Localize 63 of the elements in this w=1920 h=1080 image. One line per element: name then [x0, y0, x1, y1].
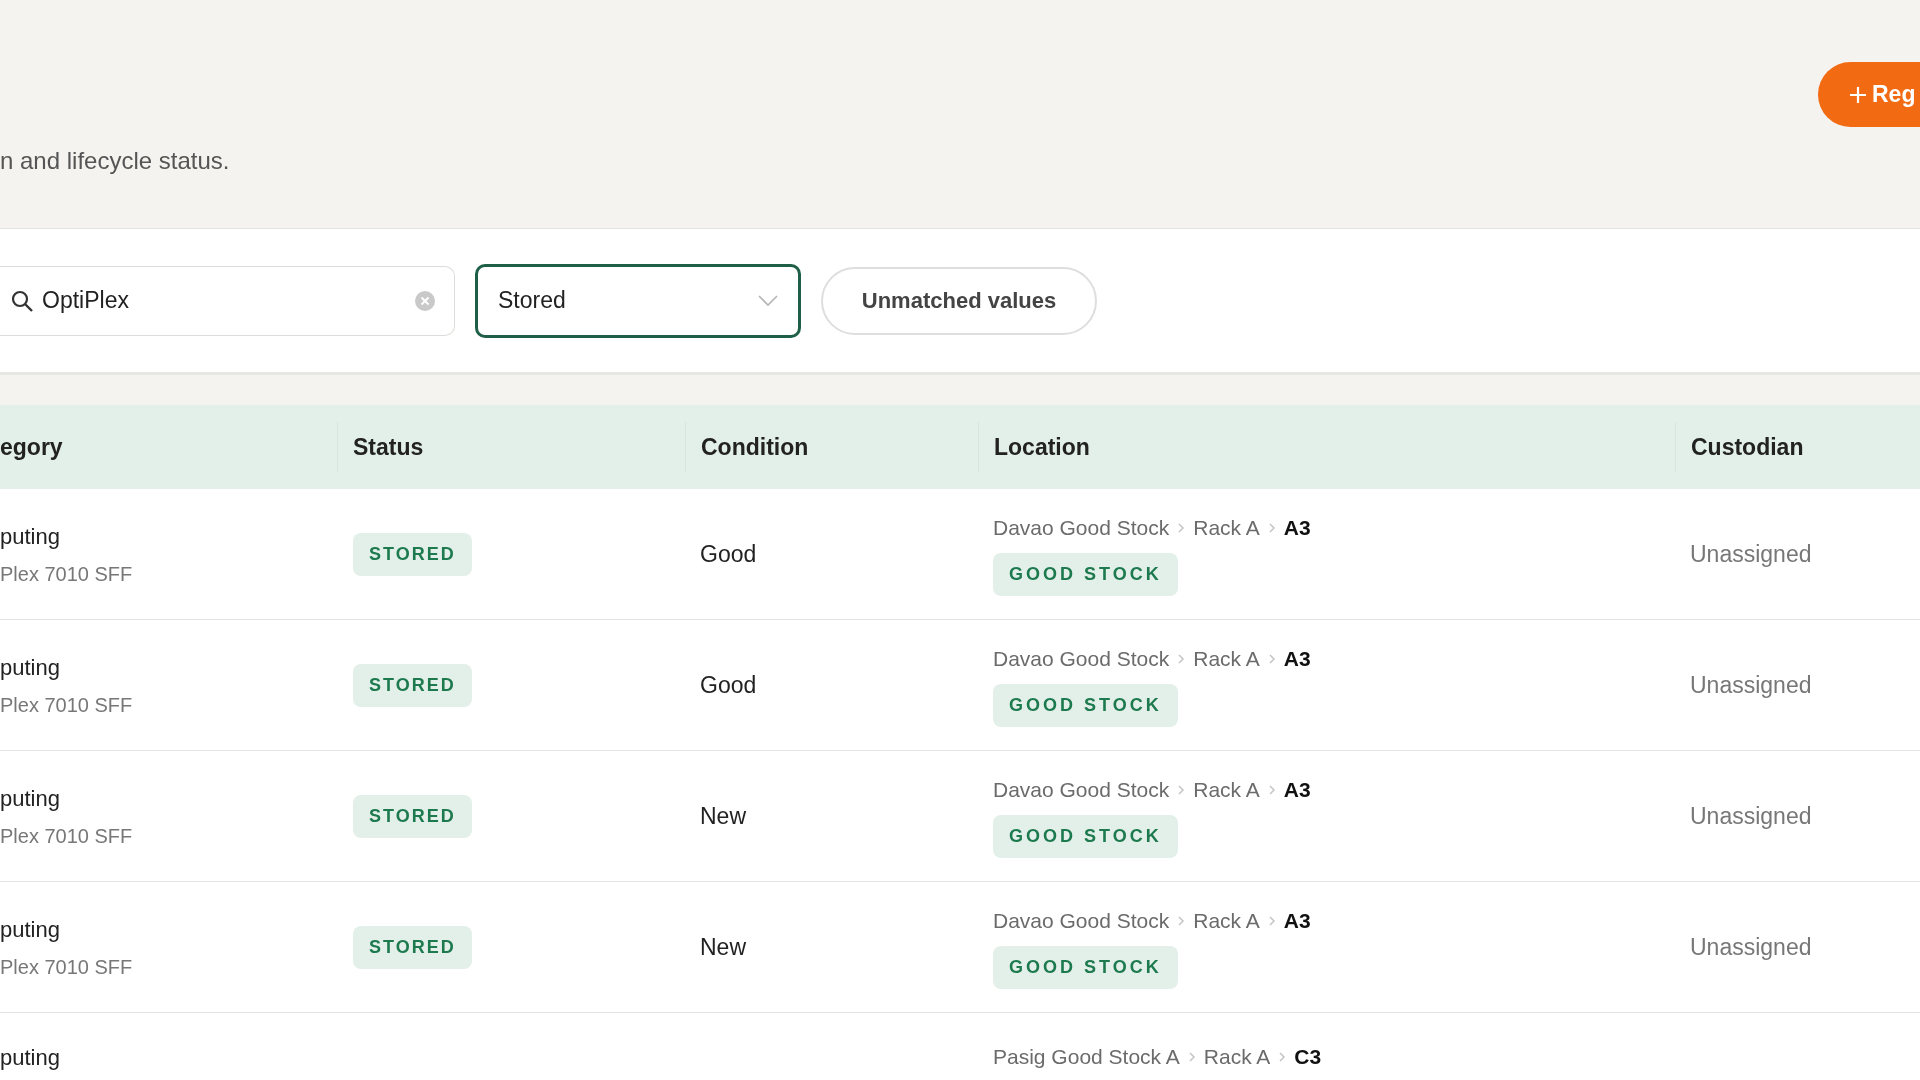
- column-header: Status: [353, 432, 424, 462]
- column-header: Condition: [701, 432, 809, 462]
- chevron-icon: [1278, 1051, 1287, 1062]
- status-badge: STORED: [353, 532, 472, 576]
- category-text: puting: [0, 784, 61, 813]
- model-text: Plex 7010 SFF: [0, 954, 134, 980]
- model-text: Plex 7010 SFF: [0, 561, 134, 587]
- location-text: A3: [1283, 907, 1311, 934]
- chevron-icon: [1267, 522, 1276, 533]
- column-header: Custodian: [1691, 432, 1804, 462]
- chevron-icon: [1267, 653, 1276, 664]
- category-text: puting: [0, 653, 61, 682]
- location-text: Davao Good Stock: [993, 645, 1170, 672]
- category-text: puting: [0, 1044, 61, 1072]
- location-tag: GOOD STOCK: [993, 553, 1178, 597]
- chevron-icon: [1177, 915, 1186, 926]
- location-text: A3: [1283, 645, 1311, 672]
- location-text: Rack A: [1193, 907, 1260, 934]
- location-text: Rack A: [1193, 645, 1260, 672]
- location-tag: GOOD STOCK: [993, 815, 1178, 859]
- column-header: Location: [994, 432, 1090, 462]
- chevron-icon: [1177, 784, 1186, 795]
- custodian-text: Unassigned: [1690, 802, 1812, 829]
- category-text: puting: [0, 915, 61, 944]
- location-text: Davao Good Stock: [993, 514, 1170, 541]
- plus-icon: [1848, 84, 1868, 105]
- custodian-text: Unassigned: [1690, 671, 1812, 698]
- location-text: Pasig Good Stock A: [993, 1044, 1180, 1070]
- location-text: Rack A: [1203, 1044, 1271, 1070]
- location-text: A3: [1283, 776, 1311, 803]
- location-text: A3: [1283, 514, 1311, 541]
- page-subtitle: n and lifecycle status.: [0, 146, 230, 176]
- unmatched-values-button[interactable]: Unmatched values: [821, 266, 1097, 335]
- model-text: Plex 7010 SFF: [0, 692, 134, 718]
- search-icon: [10, 288, 34, 313]
- custodian-text: Unassigned: [1690, 933, 1812, 960]
- condition-text: New: [700, 933, 746, 960]
- custodian-text: Unassigned: [1690, 540, 1812, 567]
- chevron-icon: [1177, 653, 1186, 664]
- chevron-icon: [1177, 522, 1186, 533]
- condition-text: New: [700, 802, 746, 829]
- location-text: Rack A: [1193, 514, 1260, 541]
- location-text: Rack A: [1193, 776, 1260, 803]
- condition-text: Good: [700, 540, 757, 567]
- location-tag: GOOD STOCK: [993, 684, 1178, 728]
- chevron-icon: [1187, 1051, 1196, 1062]
- category-text: puting: [0, 522, 61, 551]
- status-badge: STORED: [353, 663, 472, 707]
- status-badge: STORED: [353, 794, 472, 838]
- status-select[interactable]: Stored: [475, 263, 801, 338]
- chevron-down-icon: [758, 294, 778, 307]
- condition-text: Good: [700, 671, 757, 698]
- search-field[interactable]: OptiPlex: [0, 265, 455, 336]
- status-badge: STORED: [353, 925, 472, 969]
- chevron-icon: [1267, 915, 1276, 926]
- model-text: Plex 7010 SFF: [0, 823, 134, 849]
- location-text: Davao Good Stock: [993, 907, 1170, 934]
- location-text: Davao Good Stock: [993, 776, 1170, 803]
- location-text: C3: [1294, 1044, 1322, 1070]
- clear-icon[interactable]: [414, 289, 436, 312]
- location-tag: GOOD STOCK: [993, 946, 1178, 990]
- column-header: egory: [0, 432, 63, 462]
- chevron-icon: [1267, 784, 1276, 795]
